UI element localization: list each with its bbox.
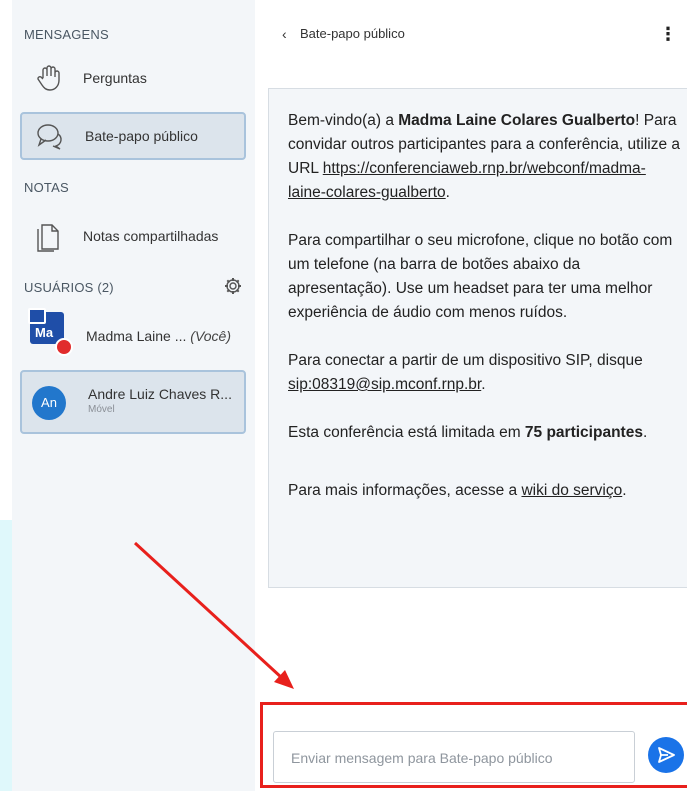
users-section-title: USUÁRIOS (2) (24, 280, 114, 295)
send-button[interactable] (648, 737, 684, 773)
participant-limit: 75 participantes (524, 424, 643, 441)
document-icon (34, 222, 62, 252)
limit-paragraph: Esta conferência está limitada em 75 par… (288, 421, 683, 445)
chat-title[interactable]: Bate-papo público (300, 26, 405, 41)
text: . (642, 424, 648, 441)
sidebar-item-shared-notes[interactable]: Notas compartilhadas (20, 212, 246, 260)
sidebar-item-label: Perguntas (83, 70, 147, 86)
wiki-link[interactable]: wiki do serviço (521, 482, 622, 499)
send-icon (658, 747, 675, 763)
avatar-initials: Ma (35, 325, 54, 340)
sidebar-item-label: Bate-papo público (85, 128, 198, 144)
welcome-message: Bem-vindo(a) a Madma Laine Colares Gualb… (268, 88, 687, 588)
message-input[interactable]: Enviar mensagem para Bate-papo público (273, 731, 635, 783)
user-list-item[interactable]: An Andre Luiz Chaves R... Móvel (20, 370, 246, 434)
info-paragraph: Para mais informações, acesse a wiki do … (288, 479, 683, 503)
sidebar: MENSAGENS Perguntas Bate-papo público NO… (12, 0, 255, 791)
user-device-label: Móvel (88, 404, 115, 415)
gear-icon[interactable] (223, 276, 243, 296)
left-edge-highlight (0, 520, 12, 791)
chat-bubbles-icon (36, 122, 64, 150)
text: Para mais informações, acesse a (288, 482, 522, 499)
user-name: Madma Laine ... (Você) (86, 328, 231, 344)
text: Esta conferência está limitada em (288, 424, 525, 441)
sip-link[interactable]: sip:08319@sip.mconf.rnp.br (288, 376, 481, 393)
sidebar-item-questions[interactable]: Perguntas (20, 54, 246, 102)
sip-paragraph: Para conectar a partir de um dispositivo… (288, 349, 683, 397)
user-list-item-self[interactable]: Ma Madma Laine ... (Você) (20, 306, 246, 370)
you-label: (Você) (190, 328, 231, 344)
text: . (622, 482, 627, 499)
chat-header: ‹ Bate-papo público ⋮ (268, 22, 687, 48)
conference-url-link[interactable]: https://conferenciaweb.rnp.br/webconf/ma… (288, 160, 646, 201)
messages-section-title: MENSAGENS (24, 27, 109, 42)
left-edge-strip (0, 0, 12, 791)
microphone-paragraph: Para compartilhar o seu microfone, cliqu… (288, 232, 673, 321)
meeting-owner-name: Madma Laine Colares Gualberto (398, 112, 636, 129)
text: Bem-vindo(a) a (288, 112, 399, 129)
text: . (445, 184, 450, 201)
presenter-icon (28, 308, 46, 324)
sidebar-item-public-chat[interactable]: Bate-papo público (20, 112, 246, 160)
muted-icon (55, 338, 73, 356)
sidebar-item-label: Notas compartilhadas (83, 228, 219, 244)
text: . (481, 376, 486, 393)
text: Para conectar a partir de um dispositivo… (288, 352, 643, 369)
hand-icon (34, 64, 62, 92)
chevron-left-icon[interactable]: ‹ (282, 26, 287, 42)
avatar: An (32, 386, 66, 420)
more-options-icon[interactable]: ⋮ (659, 24, 677, 45)
user-name: Andre Luiz Chaves R... (88, 386, 232, 402)
user-name-text: Madma Laine ... (86, 328, 191, 344)
avatar: Ma (28, 308, 73, 356)
notes-section-title: NOTAS (24, 180, 69, 195)
welcome-paragraph: Bem-vindo(a) a Madma Laine Colares Gualb… (288, 109, 683, 205)
